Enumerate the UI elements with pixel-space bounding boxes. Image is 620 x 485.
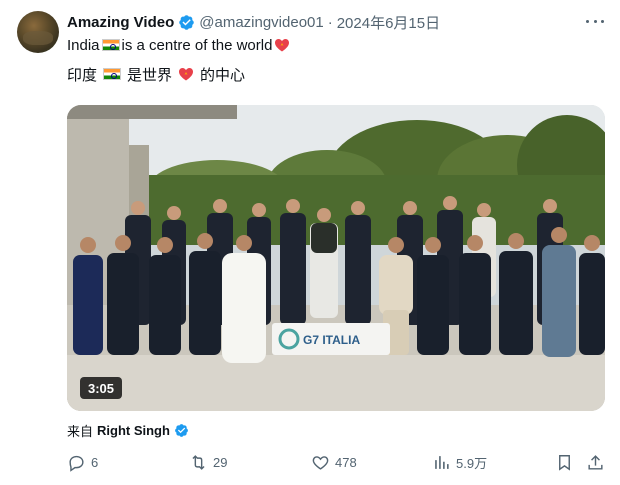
views-button[interactable]: 5.9万 <box>432 452 487 472</box>
text-centre: is a centre of the world <box>121 36 273 54</box>
bookmark-icon <box>559 454 570 471</box>
views-count: 5.9万 <box>456 455 488 471</box>
source-prefix: 来自 <box>67 423 94 439</box>
verified-badge-icon <box>179 14 195 30</box>
banner-text: G7 ITALIA <box>303 333 360 347</box>
like-count: 478 <box>335 454 357 470</box>
repost-count: 29 <box>213 454 228 470</box>
like-icon <box>312 455 329 470</box>
source-attribution: 来自 Right Singh <box>67 421 193 439</box>
post-date[interactable]: 2024年6月15日 <box>337 12 440 33</box>
text-world-zh: 是世界 <box>127 66 173 84</box>
video-frame: G7 ITALIA <box>67 105 605 411</box>
india-flag-icon <box>103 68 122 80</box>
author-name[interactable]: Amazing Video <box>67 14 174 31</box>
share-button[interactable] <box>586 452 610 472</box>
separator: · <box>327 13 333 31</box>
author-handle[interactable]: @amazingvideo01 <box>199 14 323 31</box>
repost-icon <box>192 454 205 470</box>
author-avatar[interactable] <box>17 11 59 53</box>
india-flag-icon <box>101 39 120 51</box>
video-player[interactable]: G7 ITALIA <box>67 105 605 411</box>
heart-emoji-icon <box>179 68 194 81</box>
verified-badge-icon <box>175 423 188 437</box>
text-india: India <box>67 36 100 54</box>
bookmark-button[interactable] <box>555 452 579 472</box>
video-duration: 3:05 <box>80 377 123 399</box>
post-header: Amazing Video @amazingvideo01 · 2024年6月1… <box>67 12 440 32</box>
text-center-zh: 的中心 <box>200 66 246 84</box>
source-name[interactable]: Right Singh <box>97 423 170 438</box>
share-icon <box>588 454 603 470</box>
post-text-line-2: 印度 是世界 的中心 <box>67 64 245 84</box>
post-text-line-1: India is a centre of the world <box>67 35 292 55</box>
views-icon <box>435 455 449 469</box>
reply-icon <box>69 455 84 472</box>
reply-count: 6 <box>91 454 99 470</box>
reply-button[interactable]: 6 <box>67 452 98 472</box>
heart-emoji-icon <box>275 39 290 52</box>
text-india-zh: 印度 <box>67 66 98 84</box>
repost-button[interactable]: 29 <box>189 452 227 472</box>
more-icon[interactable] <box>586 14 604 28</box>
like-button[interactable]: 478 <box>311 452 357 472</box>
